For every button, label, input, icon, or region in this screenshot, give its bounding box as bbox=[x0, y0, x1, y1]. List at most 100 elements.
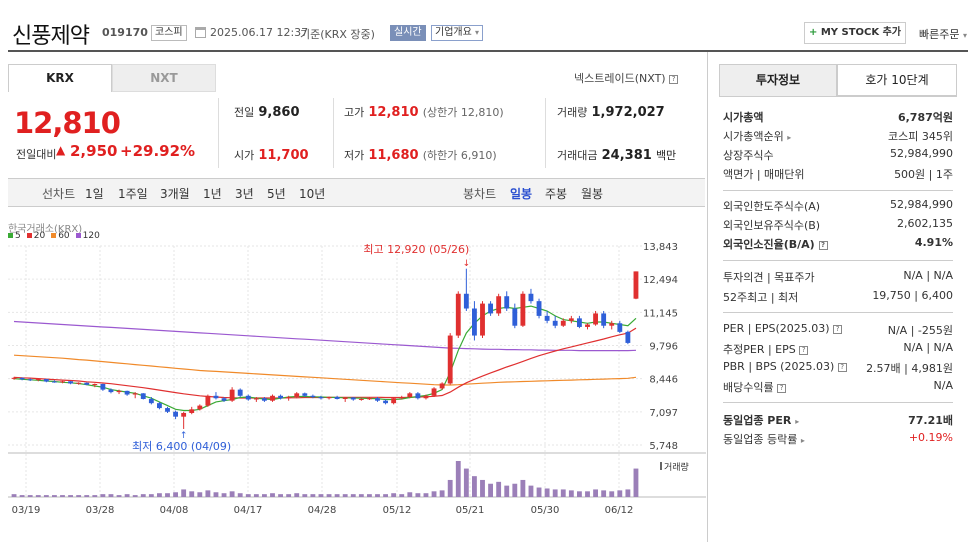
quick-order-dropdown[interactable]: 빠른주문 ▾ bbox=[919, 26, 967, 42]
stock-header: 신풍제약 019170 코스피 2025.06.17 12:37 기준(KRX … bbox=[0, 0, 973, 52]
period-3m[interactable]: 3개월 bbox=[160, 185, 190, 202]
price-chart[interactable]: 13,843 12,494 11,145 9,796 8,446 7,097 5,748 03… bbox=[0, 236, 706, 542]
volume-bar bbox=[19, 495, 25, 497]
candle-body bbox=[310, 395, 316, 398]
candle-body bbox=[84, 382, 90, 385]
candle bbox=[205, 394, 211, 407]
info-row-pbr: PBR | BPS (2025.03) ? 2.57배 | 4,981원 bbox=[723, 360, 953, 375]
info-divider bbox=[723, 190, 953, 191]
candle bbox=[577, 315, 582, 329]
candle-body bbox=[480, 303, 485, 336]
company-overview-dropdown[interactable]: 기업개요 ▾ bbox=[431, 25, 484, 41]
candle-body bbox=[399, 397, 405, 399]
candle-daily[interactable]: 일봉 bbox=[510, 185, 532, 202]
candle-monthly[interactable]: 월봉 bbox=[581, 185, 603, 202]
candle-body bbox=[205, 395, 211, 406]
candle bbox=[270, 394, 275, 402]
candle-body bbox=[221, 398, 227, 401]
candle bbox=[585, 323, 590, 330]
quote-divider bbox=[333, 98, 334, 168]
candle-body bbox=[245, 395, 251, 400]
candle bbox=[383, 399, 388, 405]
nextrade-link[interactable]: 넥스트레이드(NXT) ? bbox=[574, 70, 679, 86]
volume-bar bbox=[132, 495, 138, 497]
candle-body bbox=[544, 315, 550, 321]
candle-body bbox=[213, 395, 219, 399]
candle-body bbox=[633, 271, 639, 299]
period-1d[interactable]: 1일 bbox=[85, 185, 104, 202]
volume-bar bbox=[480, 479, 485, 497]
candle bbox=[463, 268, 469, 311]
candle-body bbox=[302, 393, 308, 396]
candle-weekly[interactable]: 주봉 bbox=[545, 185, 567, 202]
candle-body bbox=[431, 388, 437, 396]
info-row-opinion: 투자의견 | 목표주가 N/A | N/A bbox=[723, 269, 953, 284]
candle bbox=[100, 383, 106, 391]
candle bbox=[496, 293, 502, 316]
quote-divider bbox=[218, 98, 219, 168]
up-arrow-icon: ↑ bbox=[180, 431, 188, 441]
y-tick-label: 8,446 bbox=[649, 375, 678, 386]
down-arrow-icon: ↓ bbox=[463, 259, 471, 269]
volume-bar bbox=[253, 494, 259, 497]
candle bbox=[617, 320, 623, 334]
candle-body bbox=[60, 381, 65, 383]
volume-bar bbox=[504, 485, 510, 497]
candle-body bbox=[92, 383, 98, 385]
volume-bar bbox=[496, 481, 502, 497]
period-10y[interactable]: 10년 bbox=[299, 185, 325, 202]
volume-bar bbox=[342, 494, 348, 497]
volume-bar bbox=[213, 492, 219, 497]
volume-bar bbox=[560, 489, 566, 497]
volume-bar bbox=[189, 491, 195, 497]
prev-close-value: 9,860 bbox=[258, 105, 300, 120]
high-annotation: 최고 12,920 (05/26) bbox=[363, 243, 469, 256]
info-row-foreign-limit: 외국인한도주식수(A) 52,984,990 bbox=[723, 198, 953, 213]
amount-value: 24,381 bbox=[601, 148, 652, 163]
line-chart-label: 선차트 bbox=[42, 187, 76, 201]
candle-body bbox=[116, 390, 122, 393]
period-3y[interactable]: 3년 bbox=[235, 185, 254, 202]
period-1y[interactable]: 1년 bbox=[203, 185, 222, 202]
candle-body bbox=[318, 397, 324, 399]
volume-bar bbox=[358, 494, 364, 497]
volume-bar bbox=[84, 495, 90, 497]
candle-body bbox=[536, 301, 542, 316]
info-row-shares: 상장주식수 52,984,990 bbox=[723, 147, 953, 162]
volume-bar bbox=[140, 494, 146, 497]
volume-bar bbox=[326, 494, 332, 497]
volume-bar bbox=[423, 493, 429, 497]
period-5y[interactable]: 5년 bbox=[267, 185, 286, 202]
tab-order-book[interactable]: 호가 10단계 bbox=[837, 64, 957, 96]
candle-body bbox=[132, 393, 138, 395]
info-row-par: 액면가 | 매매단위 500원 | 1주 bbox=[723, 168, 953, 181]
candle bbox=[350, 397, 356, 401]
candle bbox=[140, 393, 146, 400]
chevron-down-icon: ▾ bbox=[962, 31, 967, 40]
candle-body bbox=[528, 293, 534, 302]
volume-bar bbox=[181, 489, 187, 497]
volume-bar bbox=[415, 493, 421, 497]
volume-bar bbox=[148, 494, 154, 497]
period-1w[interactable]: 1주일 bbox=[118, 185, 148, 202]
volume-bar bbox=[520, 479, 526, 497]
tab-investment-info[interactable]: 투자정보 bbox=[719, 64, 837, 96]
low-value: 11,680 bbox=[368, 148, 419, 163]
my-stock-add-button[interactable]: + MY STOCK 추가 bbox=[804, 22, 906, 44]
candle bbox=[601, 310, 607, 329]
candle-body bbox=[560, 320, 566, 326]
candle-body bbox=[27, 379, 33, 381]
tab-krx[interactable]: KRX bbox=[8, 64, 112, 92]
candle bbox=[552, 315, 558, 329]
volume-bar bbox=[294, 493, 300, 497]
volume-bar bbox=[100, 494, 106, 497]
volume-bar bbox=[568, 490, 574, 497]
volume-bar bbox=[463, 468, 469, 497]
help-icon: ? bbox=[777, 383, 787, 393]
volume-bar bbox=[27, 495, 33, 497]
tab-nxt[interactable]: NXT bbox=[112, 64, 216, 92]
volume-bar bbox=[536, 487, 542, 497]
candle bbox=[625, 330, 631, 345]
volume-bar bbox=[52, 495, 57, 497]
volume-bar bbox=[165, 493, 170, 497]
